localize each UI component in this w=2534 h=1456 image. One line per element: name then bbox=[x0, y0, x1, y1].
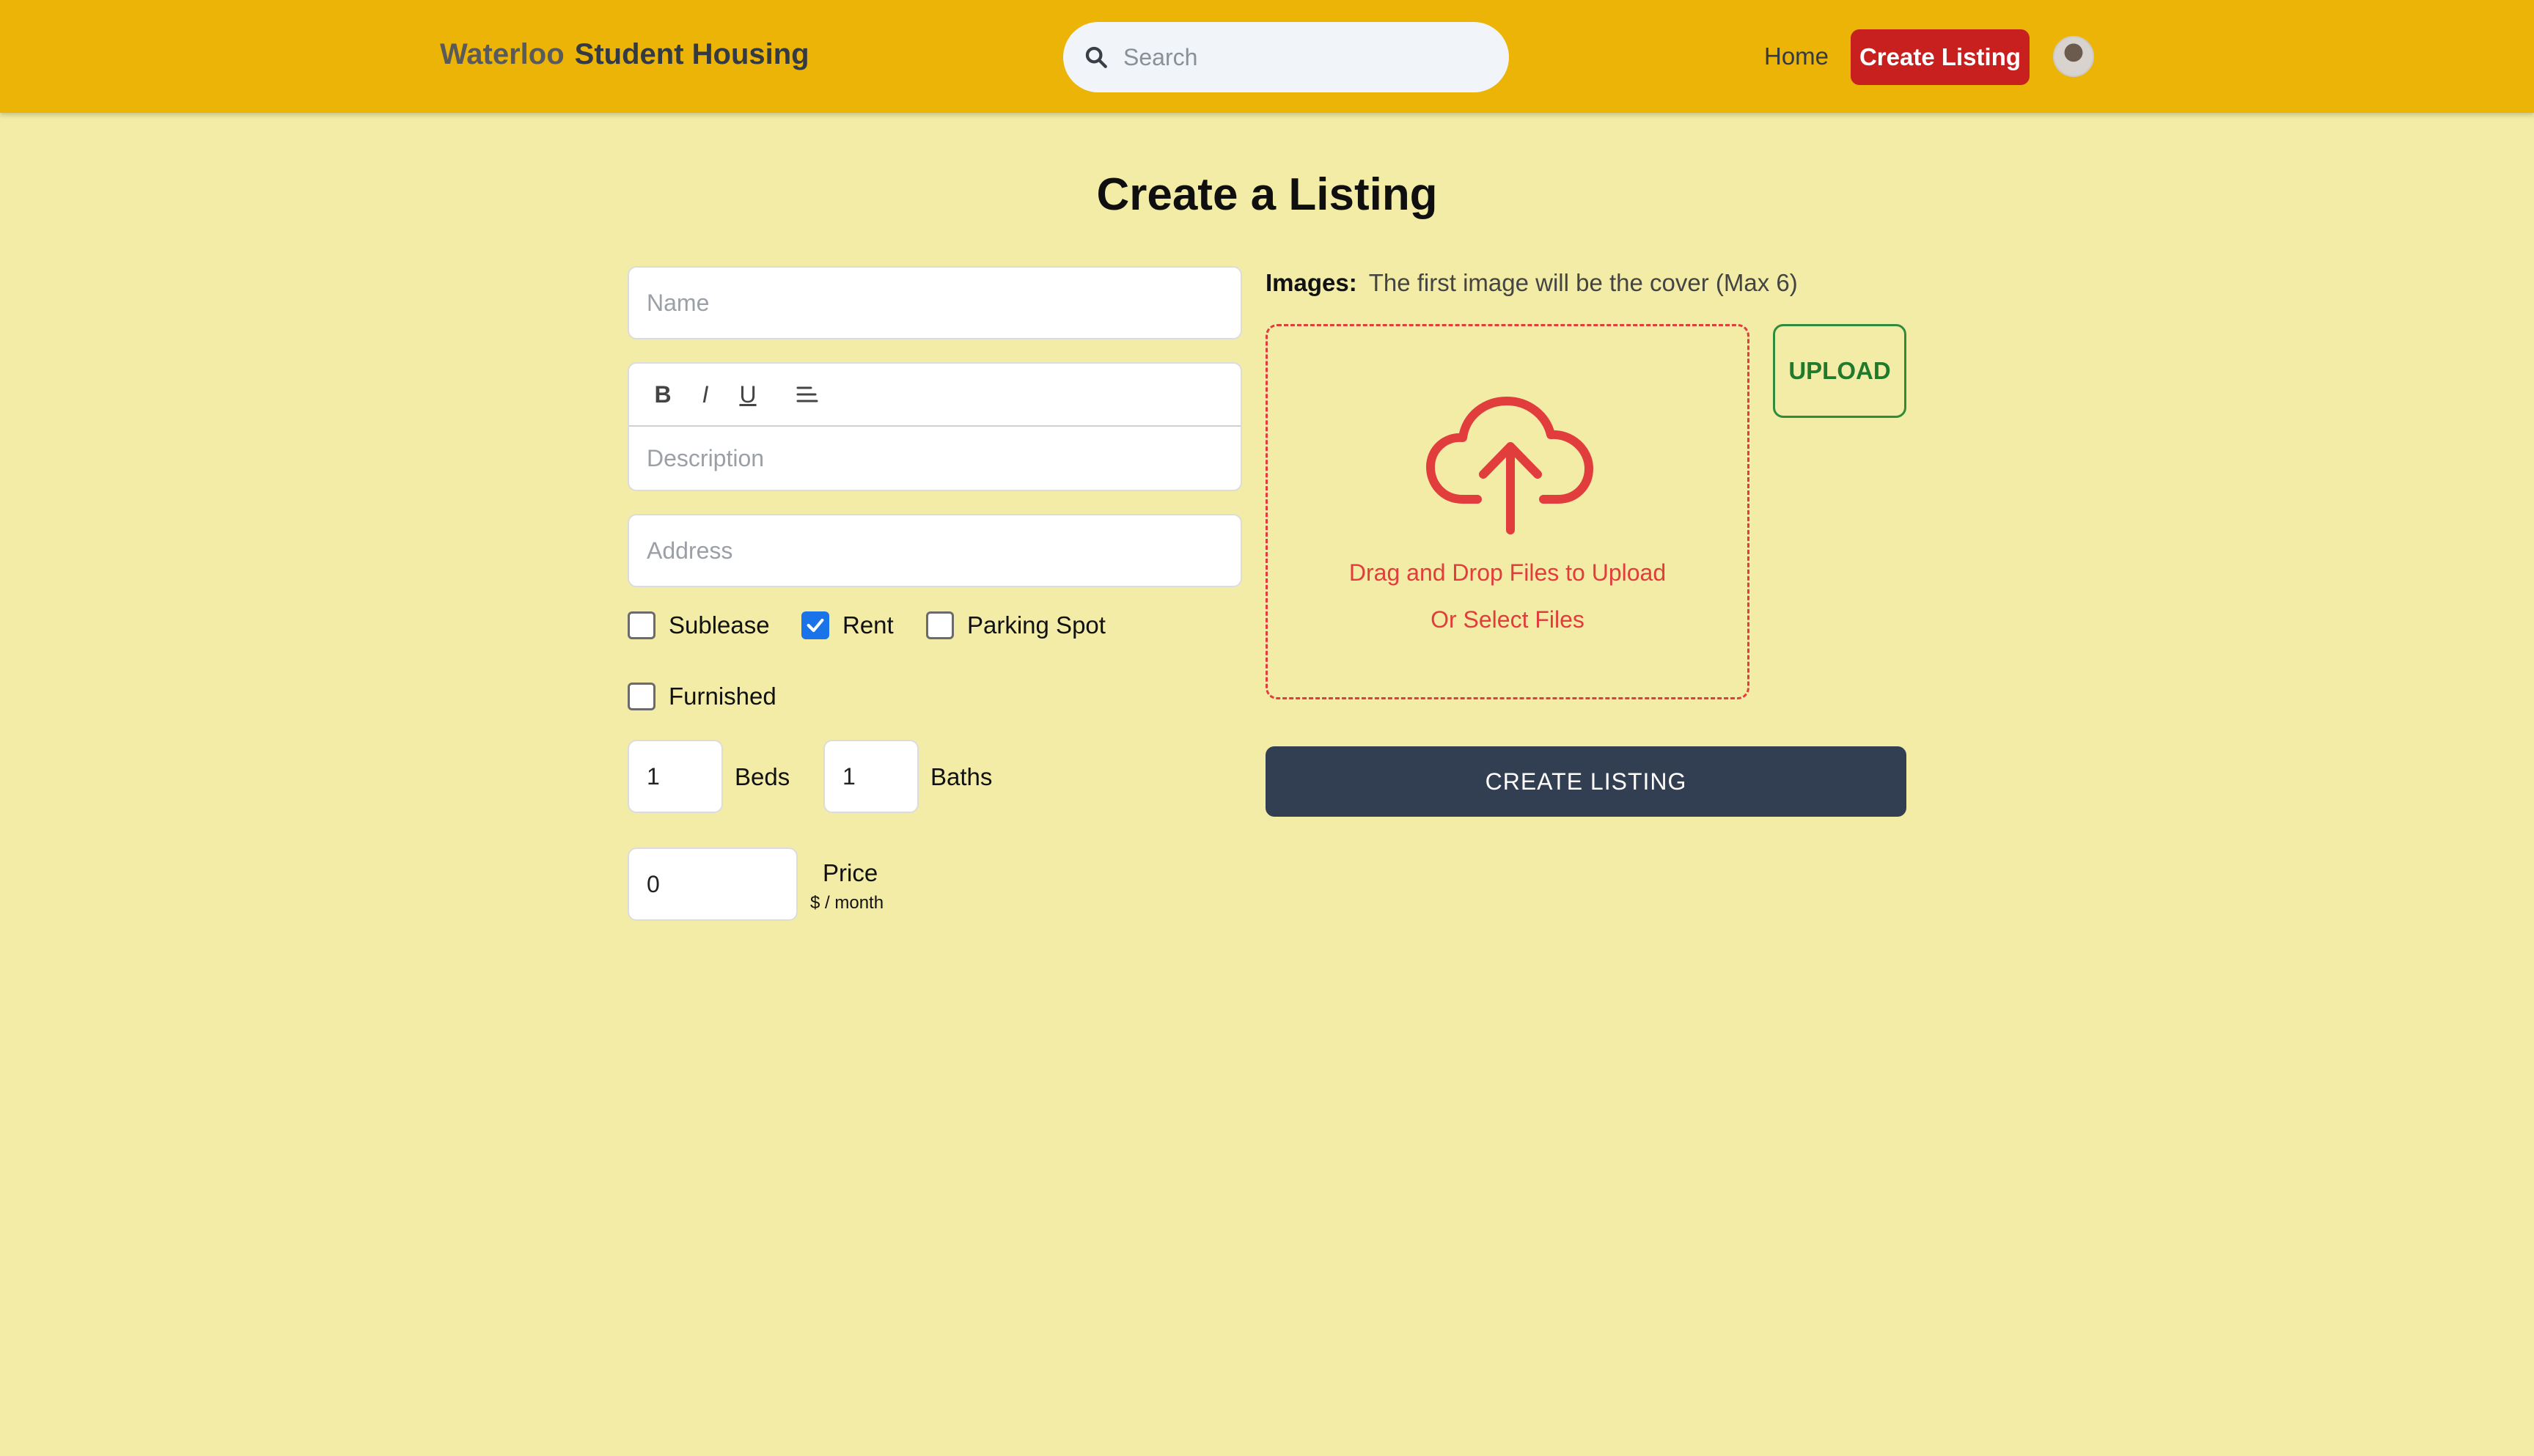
nav-home-link[interactable]: Home bbox=[1764, 43, 1829, 70]
cloud-upload-icon bbox=[1426, 397, 1593, 534]
brand-waterloo: Waterloo bbox=[440, 38, 565, 70]
align-left-icon[interactable] bbox=[796, 385, 818, 404]
rent-checkbox[interactable] bbox=[801, 611, 829, 639]
parking-spot-label: Parking Spot bbox=[967, 611, 1106, 639]
description-input[interactable]: Description bbox=[629, 427, 1241, 490]
checkbox-furnished[interactable]: Furnished bbox=[628, 683, 776, 710]
user-avatar[interactable] bbox=[2053, 36, 2094, 77]
furnished-checkbox[interactable] bbox=[628, 683, 655, 710]
image-dropzone[interactable]: Drag and Drop Files to Upload Or Select … bbox=[1266, 324, 1749, 699]
sublease-label: Sublease bbox=[669, 611, 770, 639]
images-label-hint: The first image will be the cover (Max 6… bbox=[1368, 269, 1798, 296]
search-bar[interactable] bbox=[1063, 22, 1509, 92]
checkbox-rent[interactable]: Rent bbox=[801, 611, 894, 639]
rent-label: Rent bbox=[842, 611, 894, 639]
drag-drop-text: Drag and Drop Files to Upload bbox=[1348, 559, 1667, 586]
beds-label: Beds bbox=[735, 763, 790, 790]
images-label: Images: The first image will be the cover… bbox=[1266, 269, 1798, 297]
upload-button[interactable]: UPLOAD bbox=[1773, 324, 1906, 418]
parking-spot-checkbox[interactable] bbox=[926, 611, 954, 639]
search-input[interactable] bbox=[1122, 43, 1474, 72]
search-icon bbox=[1085, 46, 1107, 68]
bold-button[interactable]: B bbox=[651, 381, 675, 408]
create-listing-button[interactable]: CREATE LISTING bbox=[1266, 746, 1906, 817]
italic-button[interactable]: I bbox=[694, 381, 717, 408]
furnished-label: Furnished bbox=[669, 683, 776, 710]
name-input[interactable] bbox=[628, 266, 1242, 339]
brand-student-housing: Student Housing bbox=[574, 38, 809, 70]
select-files-link[interactable]: Or Select Files bbox=[1268, 606, 1747, 633]
beds-input[interactable] bbox=[628, 740, 723, 813]
images-label-bold: Images: bbox=[1266, 269, 1357, 296]
checkmark-icon bbox=[807, 618, 824, 633]
description-editor: B I U Description bbox=[628, 362, 1242, 491]
brand-logo[interactable]: Waterloo Student Housing bbox=[440, 38, 809, 71]
checkbox-sublease[interactable]: Sublease bbox=[628, 611, 770, 639]
price-label: Price bbox=[823, 859, 878, 886]
page-title: Create a Listing bbox=[1096, 169, 1438, 220]
checkbox-parking-spot[interactable]: Parking Spot bbox=[926, 611, 1106, 639]
underline-button[interactable]: U bbox=[736, 381, 760, 408]
editor-toolbar: B I U bbox=[629, 364, 1241, 427]
price-input[interactable] bbox=[628, 848, 798, 921]
baths-label: Baths bbox=[930, 763, 993, 790]
baths-input[interactable] bbox=[823, 740, 919, 813]
price-unit-label: $ / month bbox=[810, 893, 884, 913]
sublease-checkbox[interactable] bbox=[628, 611, 655, 639]
nav-create-listing-button[interactable]: Create Listing bbox=[1851, 29, 2030, 85]
address-input[interactable] bbox=[628, 514, 1242, 587]
top-nav-bar: Waterloo Student Housing Home Create Lis… bbox=[0, 0, 2534, 113]
